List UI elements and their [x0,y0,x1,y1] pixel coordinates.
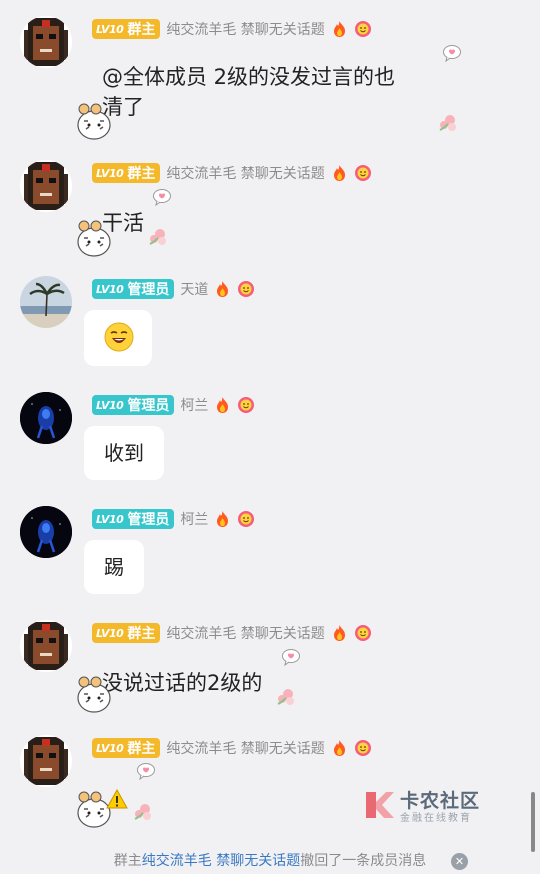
watermark-logo: 卡农社区 金融在线教育 [360,786,480,826]
message-header: LV10 管理员 柯兰 [92,508,255,530]
flower-badge-icon [238,511,255,527]
message-header: LV10 管理员 天道 [92,278,255,300]
fire-icon [333,21,345,37]
sender-name[interactable]: 纯交流羊毛 禁聊无关话题 [166,738,324,758]
scrollbar[interactable] [531,792,535,852]
message-text[interactable]: @全体成员 2级的没发过言的也 清了 [102,62,395,122]
message-bubble[interactable]: 踢 [84,540,144,594]
notice-suffix: 撤回了一条成员消息 [300,853,427,869]
flower-badge-icon [354,21,371,37]
flower-decoration-icon [149,229,166,245]
message-header: LV10 群主 纯交流羊毛 禁聊无关话题 [92,737,372,759]
level-tag: LV10 管理员 [92,279,175,299]
flower-badge-icon [238,397,255,413]
message-header: LV10 群主 纯交流羊毛 禁聊无关话题 [92,18,372,40]
notice-prefix: 群主 [113,853,142,869]
tiger-sticker-icon [77,103,111,140]
avatar[interactable] [20,276,72,328]
message-bubble[interactable]: 收到 [84,426,164,480]
sender-name[interactable]: 天道 [180,279,208,299]
level-tag: LV10 群主 [92,623,161,643]
avatar[interactable] [20,16,72,68]
warning-icon [106,789,128,809]
sender-name[interactable]: 纯交流羊毛 禁聊无关话题 [166,19,324,39]
sender-name[interactable]: 纯交流羊毛 禁聊无关话题 [166,163,324,183]
message-header: LV10 群主 纯交流羊毛 禁聊无关话题 [92,162,372,184]
sender-name[interactable]: 柯兰 [180,395,208,415]
bubble-decoration-icon [282,649,300,666]
fire-icon [333,625,345,641]
message-header: LV10 管理员 柯兰 [92,394,255,416]
flower-decoration-icon [439,115,456,131]
sender-name[interactable]: 纯交流羊毛 禁聊无关话题 [166,623,324,643]
avatar[interactable] [20,160,72,212]
grinning-face-emoji-icon [104,322,134,352]
level-tag: LV10 群主 [92,738,161,758]
message-text[interactable]: 没说过话的2级的 [102,668,262,698]
flower-decoration-icon [134,804,151,820]
fire-icon [217,281,229,297]
flower-badge-icon [354,165,371,181]
bubble-decoration-icon [443,45,461,62]
avatar[interactable] [20,506,72,558]
fire-icon [333,740,345,756]
flower-badge-icon [354,740,371,756]
flower-decoration-icon [277,689,294,705]
avatar[interactable] [20,735,72,787]
message-line: 清了 [102,95,144,119]
avatar[interactable] [20,620,72,672]
notice-owner-link[interactable]: 纯交流羊毛 禁聊无关话题 [142,853,300,869]
close-icon[interactable]: ✕ [451,853,468,870]
sender-name[interactable]: 柯兰 [180,509,208,529]
flower-badge-icon [354,625,371,641]
level-tag: LV10 群主 [92,19,161,39]
message-bubble[interactable] [84,310,152,366]
bubble-decoration-icon [153,189,171,206]
fire-icon [333,165,345,181]
logo-mark-icon [366,792,394,818]
tiger-sticker-icon [77,676,111,713]
fire-icon [217,511,229,527]
tiger-sticker-icon [77,220,111,257]
message-header: LV10 群主 纯交流羊毛 禁聊无关话题 [92,622,372,644]
level-tag: LV10 群主 [92,163,161,183]
message-line: @全体成员 2级的没发过言的也 [102,65,396,89]
level-tag: LV10 管理员 [92,395,175,415]
bubble-decoration-icon [137,763,155,780]
avatar[interactable] [20,392,72,444]
flower-badge-icon [238,281,255,297]
level-tag: LV10 管理员 [92,509,175,529]
fire-icon [217,397,229,413]
watermark-subtitle: 金融在线教育 [400,813,472,824]
